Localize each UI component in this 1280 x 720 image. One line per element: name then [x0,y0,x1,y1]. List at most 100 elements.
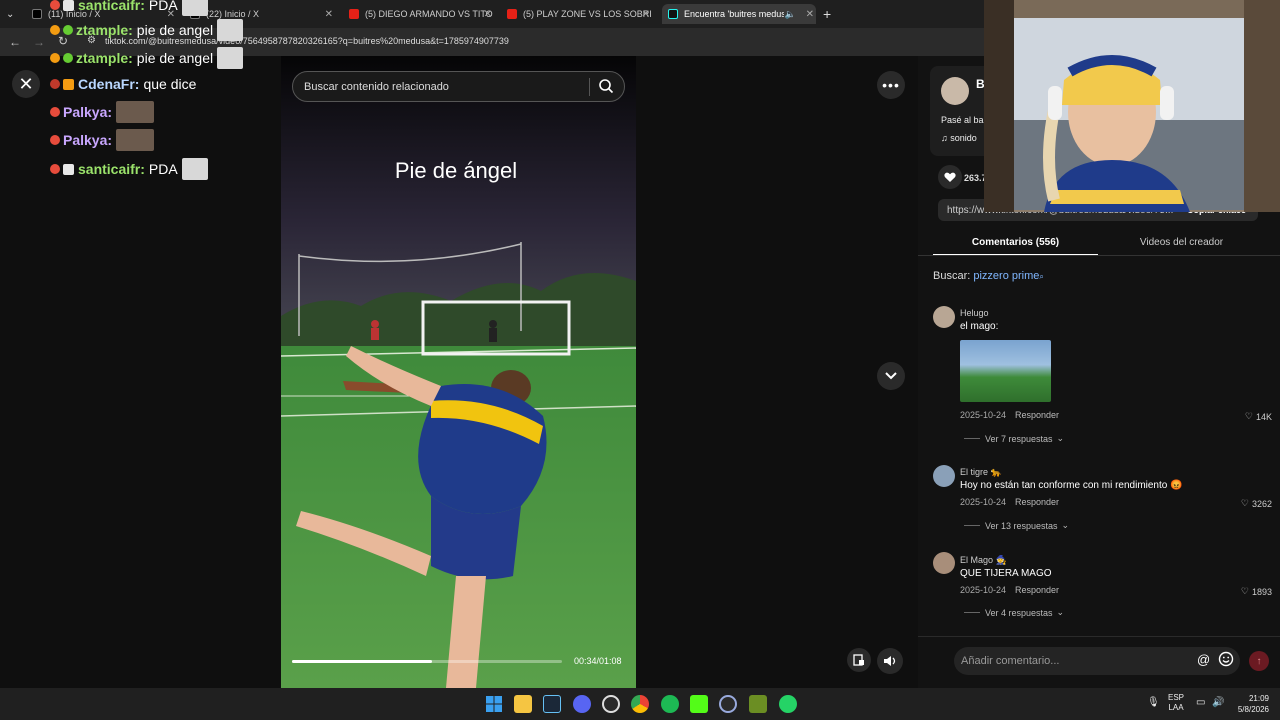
speaker-icon[interactable]: 🔈 [785,9,796,20]
tab-close-icon[interactable]: ✕ [325,9,333,20]
steam-icon[interactable] [543,695,561,713]
volume-tray-icon[interactable]: 🔊 [1212,697,1224,708]
language-code: ESP [1168,693,1185,702]
more-dots-icon: ••• [882,77,900,93]
chat-username: Palkya: [63,104,113,120]
chat-badge-icon [63,25,73,35]
search-suggestion-term[interactable]: pizzero prime [973,270,1039,282]
close-button[interactable]: ✕ [12,70,40,98]
comment-image[interactable] [960,340,1051,402]
kick-icon[interactable] [690,695,708,713]
chat-message: Palkya: [50,129,155,151]
obs-icon[interactable] [602,695,620,713]
chat-text: PDA [148,161,178,177]
comment-like[interactable]: ♡ 14K [1245,411,1272,422]
chat-badge-icon [50,53,60,63]
chat-emote [217,47,244,69]
reply-button[interactable]: Responder [1015,410,1059,420]
windows-start-icon[interactable] [485,695,503,713]
heart-outline-icon: ♡ [1240,498,1249,508]
comment-like[interactable]: ♡ 1893 [1241,586,1272,597]
comment-avatar[interactable] [933,465,955,487]
ccleaner-icon[interactable] [719,695,737,713]
chat-badge-icon [63,78,74,90]
picture-in-picture-button[interactable] [847,648,871,672]
tab-close-icon[interactable]: ✕ [484,9,492,20]
network-icon[interactable]: ▭ [1196,697,1205,708]
emoji-icon[interactable] [1218,651,1234,672]
x-logo-icon [32,9,42,19]
microphone-icon[interactable]: 🎙 [1147,697,1160,708]
chat-message: Palkya: [50,101,155,123]
tab-search-chevron-icon[interactable]: ⌄ [6,4,22,24]
tab-creator-videos[interactable]: Videos del creador [1099,230,1264,256]
replies-line [964,612,980,613]
chat-text: PDA [148,0,178,13]
chat-badge-icon [50,79,60,89]
search-suggestion[interactable]: Buscar: pizzero prime⌕ [933,270,1044,282]
next-video-button[interactable] [877,362,905,390]
chat-message: santicaifr: PDA [50,158,208,180]
chat-message: CdenaFr: que dice [50,76,196,92]
clock-date: 5/8/2026 [1237,705,1269,714]
chevron-down-icon: ⌄ [1056,433,1065,443]
view-replies-button[interactable]: Ver 4 respuestas ⌄ [964,607,1064,618]
comment-avatar[interactable] [933,552,955,574]
chat-username: santicaifr: [78,161,145,177]
volume-button[interactable] [877,648,903,674]
more-options-button[interactable]: ••• [877,71,905,99]
search-divider [589,78,590,96]
chevron-down-icon: ⌄ [1056,607,1065,617]
comment-text: QUE TIJERA MAGO [960,568,1052,579]
creator-avatar[interactable] [941,77,969,105]
comment-author[interactable]: El Mago 🧙 [960,555,1007,566]
video-player[interactable] [281,56,636,688]
spotify-icon[interactable] [661,695,679,713]
browser-tab[interactable]: (5) PLAY ZONE VS LOS SOBRIN ✕ [507,4,652,24]
app-icon[interactable] [749,695,767,713]
related-search-input[interactable]: Buscar contenido relacionado [292,71,625,102]
back-arrow-icon[interactable]: ← [9,35,21,49]
system-clock[interactable]: 21:09 5/8/2026 [1233,693,1269,715]
reply-button[interactable]: Responder [1015,497,1059,507]
arrow-up-icon: ↑ [1256,655,1262,667]
chat-emote [116,101,155,123]
comment-author[interactable]: Helugo [960,308,989,318]
tab-label: (5) DIEGO ARMANDO VS TITO [365,9,493,19]
comment-date: 2025-10-24 [960,585,1007,595]
file-explorer-icon[interactable] [514,695,532,713]
comment-text: Hoy no están tan conforme con mi rendimi… [960,480,1183,491]
search-icon[interactable] [598,78,614,97]
comment-author[interactable]: El tigre 🐆 [960,467,1002,478]
mention-icon[interactable]: @ [1197,652,1210,667]
chat-message: ztample: pie de angel [50,19,244,41]
sound-link[interactable]: ♫ sonido [941,133,977,143]
browser-tab[interactable]: (5) DIEGO ARMANDO VS TITO ✕ [349,4,494,24]
browser-tab-active[interactable]: Encuentra 'buitres medusa' 🔈 ✕ [662,4,816,24]
like-button[interactable] [938,165,962,189]
discord-icon[interactable] [573,695,591,713]
chat-text: que dice [143,76,197,92]
chrome-icon[interactable] [631,695,649,713]
tab-comments[interactable]: Comentarios (556) [933,230,1098,256]
comment-input-placeholder: Añadir comentario... [961,655,1060,667]
tab-close-icon[interactable]: ✕ [806,9,814,20]
chat-badge-icon [50,164,60,174]
comment-avatar[interactable] [933,306,955,328]
tab-label: (22) Inicio / X [206,9,260,19]
whatsapp-icon[interactable] [779,695,797,713]
send-comment-button[interactable]: ↑ [1249,651,1269,671]
video-frame [281,56,636,688]
reply-button[interactable]: Responder [1015,585,1059,595]
new-tab-button[interactable]: + [823,4,837,24]
tab-label: Encuentra 'buitres medusa' [684,9,784,19]
tab-close-icon[interactable]: ✕ [642,9,650,20]
input-divider [918,636,1280,637]
keyboard-language[interactable]: ESP LAA [1168,693,1184,713]
mail-badge-icon [63,163,74,175]
view-replies-button[interactable]: Ver 7 respuestas ⌄ [964,433,1064,444]
comment-like[interactable]: ♡ 3262 [1241,498,1272,509]
forward-arrow-icon[interactable]: → [33,35,45,49]
view-replies-button[interactable]: Ver 13 respuestas ⌄ [964,520,1069,531]
video-progress-fill [292,660,433,663]
